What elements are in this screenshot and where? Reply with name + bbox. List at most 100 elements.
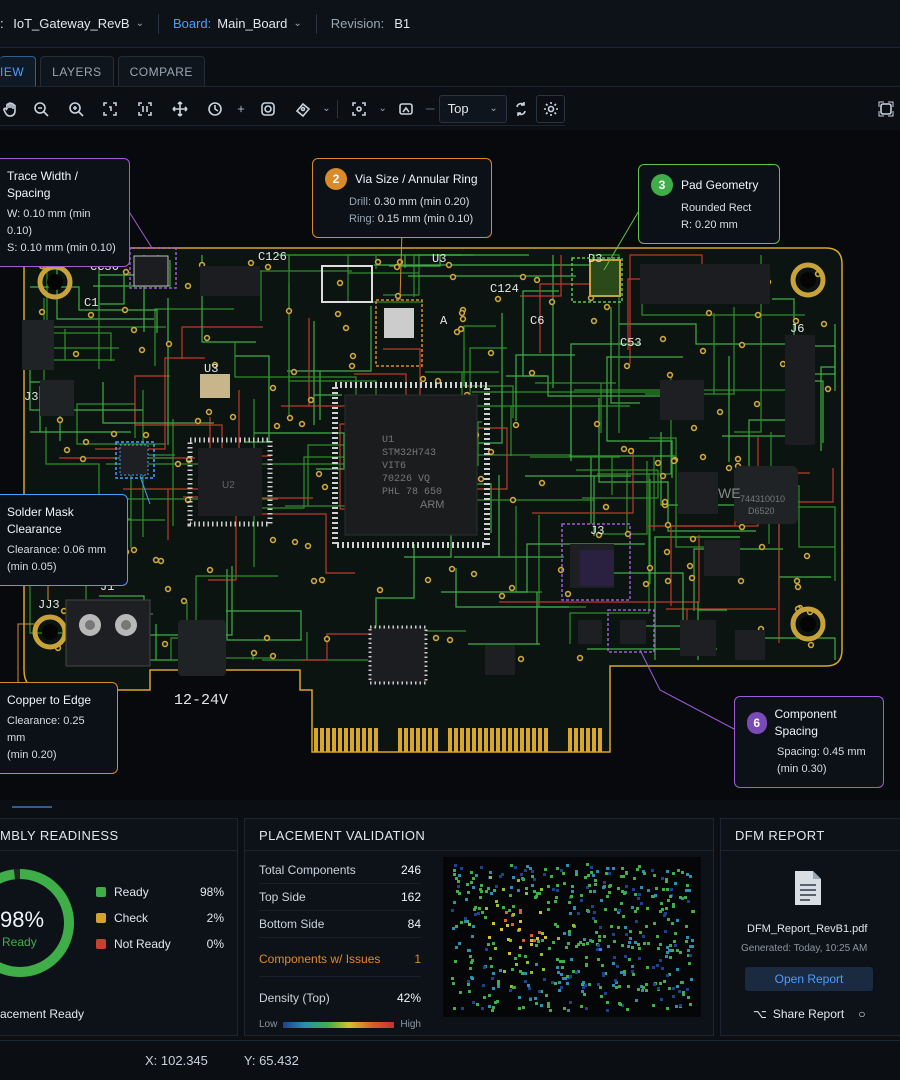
heatmap-cell [688, 889, 691, 892]
heatmap-cell [477, 912, 480, 915]
legend-name: Ready [114, 885, 149, 899]
heatmap-cell [517, 889, 520, 892]
heatmap-cell [457, 885, 460, 888]
via [487, 349, 495, 357]
fit-view-icon[interactable] [95, 94, 126, 124]
heatmap-cell [620, 971, 623, 974]
crosshair-icon[interactable] [234, 94, 248, 124]
gold-finger [598, 728, 602, 752]
callout-label: Ring: [349, 213, 375, 225]
heatmap-cell [598, 935, 601, 938]
canvas-scroll-indicator[interactable] [12, 806, 52, 808]
measure-icon[interactable] [287, 94, 318, 124]
heatmap-cell [517, 879, 520, 882]
label-j3: J3 [24, 390, 38, 404]
heatmap-cell [591, 905, 594, 908]
via [269, 536, 277, 544]
move-icon[interactable] [165, 94, 196, 124]
heatmap-cell [666, 946, 669, 949]
callout-title: Solder Mask Clearance [7, 505, 74, 536]
label-voltage: 12-24V [174, 692, 228, 709]
heatmap-cell [496, 1000, 499, 1003]
heatmap-cell [686, 988, 689, 991]
zoom-in-icon[interactable] [60, 94, 91, 124]
label-u3b: U3 [204, 362, 218, 376]
heatmap-cell [558, 989, 561, 992]
heatmap-cell [493, 889, 496, 892]
heatmap-cell [540, 1004, 543, 1007]
callout-trace-width[interactable]: Trace Width / Spacing W: 0.10 mm (min 0.… [0, 158, 130, 267]
revision-display: Revision: B1 [317, 0, 424, 47]
gold-finger [460, 728, 464, 752]
select-box-icon[interactable] [344, 94, 375, 124]
callout-line: Spacing: 0.45 mm [777, 746, 866, 758]
heatmap-cell [629, 930, 632, 933]
callout-pad-geometry[interactable]: 3 Pad Geometry Rounded Rect R: 0.20 mm [638, 164, 780, 244]
gold-finger [350, 728, 354, 752]
share-icon: ⌥ [753, 1007, 767, 1021]
terminal-j1[interactable] [65, 599, 151, 667]
tab-view[interactable]: IEW [0, 56, 37, 86]
settings-gear-icon[interactable] [536, 94, 566, 123]
pcb-canvas[interactable]: U1 STM32H743 VIT6 70226 VQ PHL 78 650 AR… [0, 130, 900, 800]
flip-icon[interactable] [511, 94, 532, 124]
heatmap-cell [487, 887, 490, 890]
tab-compare[interactable]: COMPARE [117, 56, 205, 86]
heatmap-cell [545, 994, 548, 997]
mcu-label-5: PHL 78 650 [382, 487, 442, 498]
zoom-area-icon[interactable] [130, 94, 161, 124]
issues-row[interactable]: Components w/ Issues 1 [259, 938, 421, 977]
chevron-down-icon[interactable]: ⌄ [378, 103, 386, 114]
board-label: Board: [172, 16, 212, 31]
heatmap-cell [669, 944, 672, 947]
callout-copper-edge[interactable]: Copper to Edge Clearance: 0.25 mm (min 0… [0, 682, 118, 774]
heatmap-cell [568, 933, 571, 936]
density-heatmap[interactable] [443, 857, 701, 1017]
via [323, 635, 331, 643]
gold-finger [332, 728, 336, 752]
via [336, 279, 344, 287]
heatmap-cell [670, 888, 673, 891]
open-report-button[interactable]: Open Report [745, 967, 873, 991]
gold-finger [326, 728, 330, 752]
callout-component-spacing[interactable]: 6 Component Spacing Spacing: 0.45 mm (min… [734, 696, 884, 788]
history-icon[interactable] [200, 94, 231, 124]
stat-value: 84 [407, 917, 421, 931]
chevron-down-icon[interactable]: ⌄ [322, 103, 330, 114]
callout-line: Rounded Rect [681, 202, 752, 214]
snapshot-icon[interactable] [391, 94, 422, 124]
heatmap-cell [615, 986, 618, 989]
heatmap-cell [577, 912, 580, 915]
heatmap-cell [632, 973, 635, 976]
mcu-u1[interactable]: U1 STM32H743 VIT6 70226 VQ PHL 78 650 AR… [332, 382, 490, 548]
heatmap-cell [468, 990, 471, 993]
tab-layers[interactable]: LAYERS [40, 56, 114, 86]
via [477, 475, 485, 483]
heatmap-cell [689, 875, 692, 878]
heatmap-cell [492, 972, 495, 975]
heatmap-cell [451, 909, 454, 912]
camera-icon[interactable] [252, 94, 283, 124]
share-report-button[interactable]: ⌥ Share Report ○ [753, 1007, 865, 1021]
pan-hand-icon[interactable] [0, 94, 21, 124]
via [206, 566, 214, 574]
heatmap-cell [571, 885, 574, 888]
mcu-label-3: VIT6 [382, 461, 406, 472]
callout-solder-mask[interactable]: Solder Mask Clearance Clearance: 0.06 mm… [0, 494, 128, 586]
heatmap-cell [661, 967, 664, 970]
density-row: Density (Top) 42% [259, 977, 421, 1011]
layer-select[interactable]: Top ⌄ [438, 94, 507, 123]
project-selector[interactable]: : IoT_Gateway_RevB ⌄ [0, 0, 158, 47]
dfm-filename[interactable]: DFM_Report_RevB1.pdf [747, 923, 867, 935]
callout-via-size[interactable]: 2 Via Size / Annular Ring Drill: 0.30 mm … [312, 158, 492, 238]
board-selector[interactable]: Board: Main_Board ⌄ [159, 0, 316, 47]
chip-u2[interactable]: U2 [187, 437, 273, 527]
fullscreen-icon[interactable] [870, 94, 900, 124]
legend-item: Ready 98% [96, 885, 224, 899]
heatmap-cell [647, 889, 650, 892]
zoom-out-icon[interactable] [25, 94, 56, 124]
heatmap-cell [484, 916, 487, 919]
heatmap-cell [580, 894, 583, 897]
heatmap-cell [503, 970, 506, 973]
via [689, 535, 697, 543]
